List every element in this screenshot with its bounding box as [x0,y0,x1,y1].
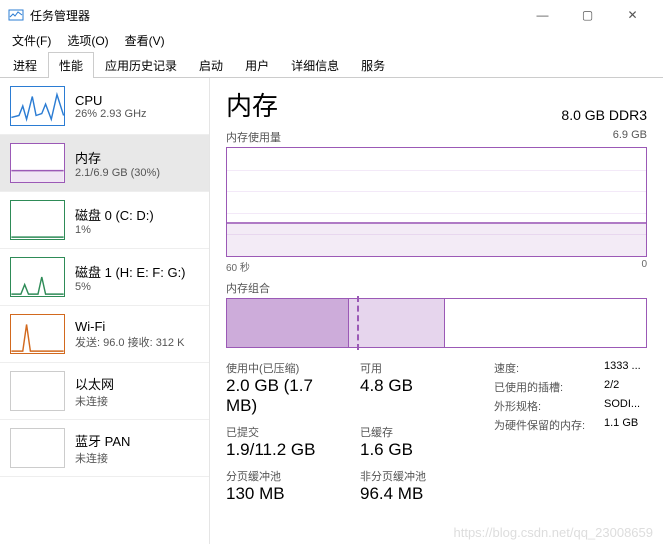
form-value: SODI... [604,398,640,414]
sidebar-item-label: Wi-Fi [75,319,184,334]
cpu-thumb-icon [10,86,65,126]
inuse-label: 使用中(已压缩) [226,360,336,376]
usage-max: 6.9 GB [613,129,647,145]
close-button[interactable]: ✕ [610,0,655,30]
sidebar-item-label: 磁盘 0 (C: D:) [75,205,154,224]
tab-details[interactable]: 详细信息 [280,52,350,78]
bluetooth-thumb-icon [10,428,65,468]
sidebar-item-disk1[interactable]: 磁盘 1 (H: E: F: G:) 5% [0,249,209,306]
sidebar-item-sub: 26% 2.93 GHz [75,108,147,120]
ethernet-thumb-icon [10,371,65,411]
speed-label: 速度: [494,360,604,376]
hw-value: 1.1 GB [604,417,638,433]
composition-label: 内存组合 [226,280,270,296]
sidebar-item-sub: 未连接 [75,393,114,409]
tab-services[interactable]: 服务 [350,52,396,78]
form-label: 外形规格: [494,398,604,414]
menu-view[interactable]: 查看(V) [119,30,171,52]
sidebar-item-cpu[interactable]: CPU 26% 2.93 GHz [0,78,209,135]
paged-value: 130 MB [226,484,336,504]
speed-value: 1333 ... [604,360,641,376]
paged-label: 分页缓冲池 [226,468,336,484]
sidebar-item-sub: 发送: 96.0 接收: 312 K [75,334,184,350]
slots-value: 2/2 [604,379,619,395]
window-controls: — ▢ ✕ [520,0,655,30]
titlebar: 任务管理器 — ▢ ✕ [0,0,663,30]
tab-startup[interactable]: 启动 [188,52,234,78]
menu-options[interactable]: 选项(O) [61,30,114,52]
disk-thumb-icon [10,200,65,240]
available-value: 4.8 GB [360,376,470,396]
sidebar-item-label: 磁盘 1 (H: E: F: G:) [75,262,186,281]
app-icon [8,7,24,23]
cached-label: 已缓存 [360,424,470,440]
tab-users[interactable]: 用户 [234,52,280,78]
memory-composition-chart [226,298,647,348]
cached-value: 1.6 GB [360,440,470,460]
main-panel: 内存 8.0 GB DDR3 内存使用量 6.9 GB 60 秒 0 内存组合 [210,78,663,544]
sidebar-item-wifi[interactable]: Wi-Fi 发送: 96.0 接收: 312 K [0,306,209,363]
minimize-button[interactable]: — [520,0,565,30]
maximize-button[interactable]: ▢ [565,0,610,30]
sidebar-item-label: 内存 [75,148,160,167]
sidebar-item-disk0[interactable]: 磁盘 0 (C: D:) 1% [0,192,209,249]
tab-processes[interactable]: 进程 [2,52,48,78]
sidebar-item-memory[interactable]: 内存 2.1/6.9 GB (30%) [0,135,209,192]
disk-thumb-icon [10,257,65,297]
memory-thumb-icon [10,143,65,183]
sidebar-item-sub: 未连接 [75,450,130,466]
nonpaged-label: 非分页缓冲池 [360,468,470,484]
menubar: 文件(F) 选项(O) 查看(V) [0,30,663,52]
page-title: 内存 [226,86,278,123]
content-area: CPU 26% 2.93 GHz 内存 2.1/6.9 GB (30%) 磁盘 … [0,78,663,544]
available-label: 可用 [360,360,470,376]
menu-file[interactable]: 文件(F) [6,30,57,52]
nonpaged-value: 96.4 MB [360,484,470,504]
memory-usage-chart [226,147,647,257]
axis-right: 0 [641,259,647,274]
sidebar-item-ethernet[interactable]: 以太网 未连接 [0,363,209,420]
wifi-thumb-icon [10,314,65,354]
committed-label: 已提交 [226,424,336,440]
sidebar: CPU 26% 2.93 GHz 内存 2.1/6.9 GB (30%) 磁盘 … [0,78,210,544]
tab-performance[interactable]: 性能 [48,52,94,78]
tab-app-history[interactable]: 应用历史记录 [94,52,188,78]
sidebar-item-label: 蓝牙 PAN [75,431,130,450]
stats-area: 使用中(已压缩) 2.0 GB (1.7 MB) 可用 4.8 GB 已提交 1… [226,360,647,512]
inuse-value: 2.0 GB (1.7 MB) [226,376,336,416]
sidebar-item-sub: 1% [75,224,154,236]
sidebar-item-sub: 5% [75,281,186,293]
slots-label: 已使用的插槽: [494,379,604,395]
committed-value: 1.9/11.2 GB [226,440,336,460]
axis-left: 60 秒 [226,259,250,274]
window-title: 任务管理器 [30,7,520,24]
usage-label: 内存使用量 [226,129,281,145]
sidebar-item-label: 以太网 [75,374,114,393]
sidebar-item-bluetooth[interactable]: 蓝牙 PAN 未连接 [0,420,209,477]
tab-bar: 进程 性能 应用历史记录 启动 用户 详细信息 服务 [0,52,663,78]
capacity-label: 8.0 GB DDR3 [561,107,647,123]
sidebar-item-label: CPU [75,93,147,108]
hw-label: 为硬件保留的内存: [494,417,604,433]
sidebar-item-sub: 2.1/6.9 GB (30%) [75,167,160,179]
